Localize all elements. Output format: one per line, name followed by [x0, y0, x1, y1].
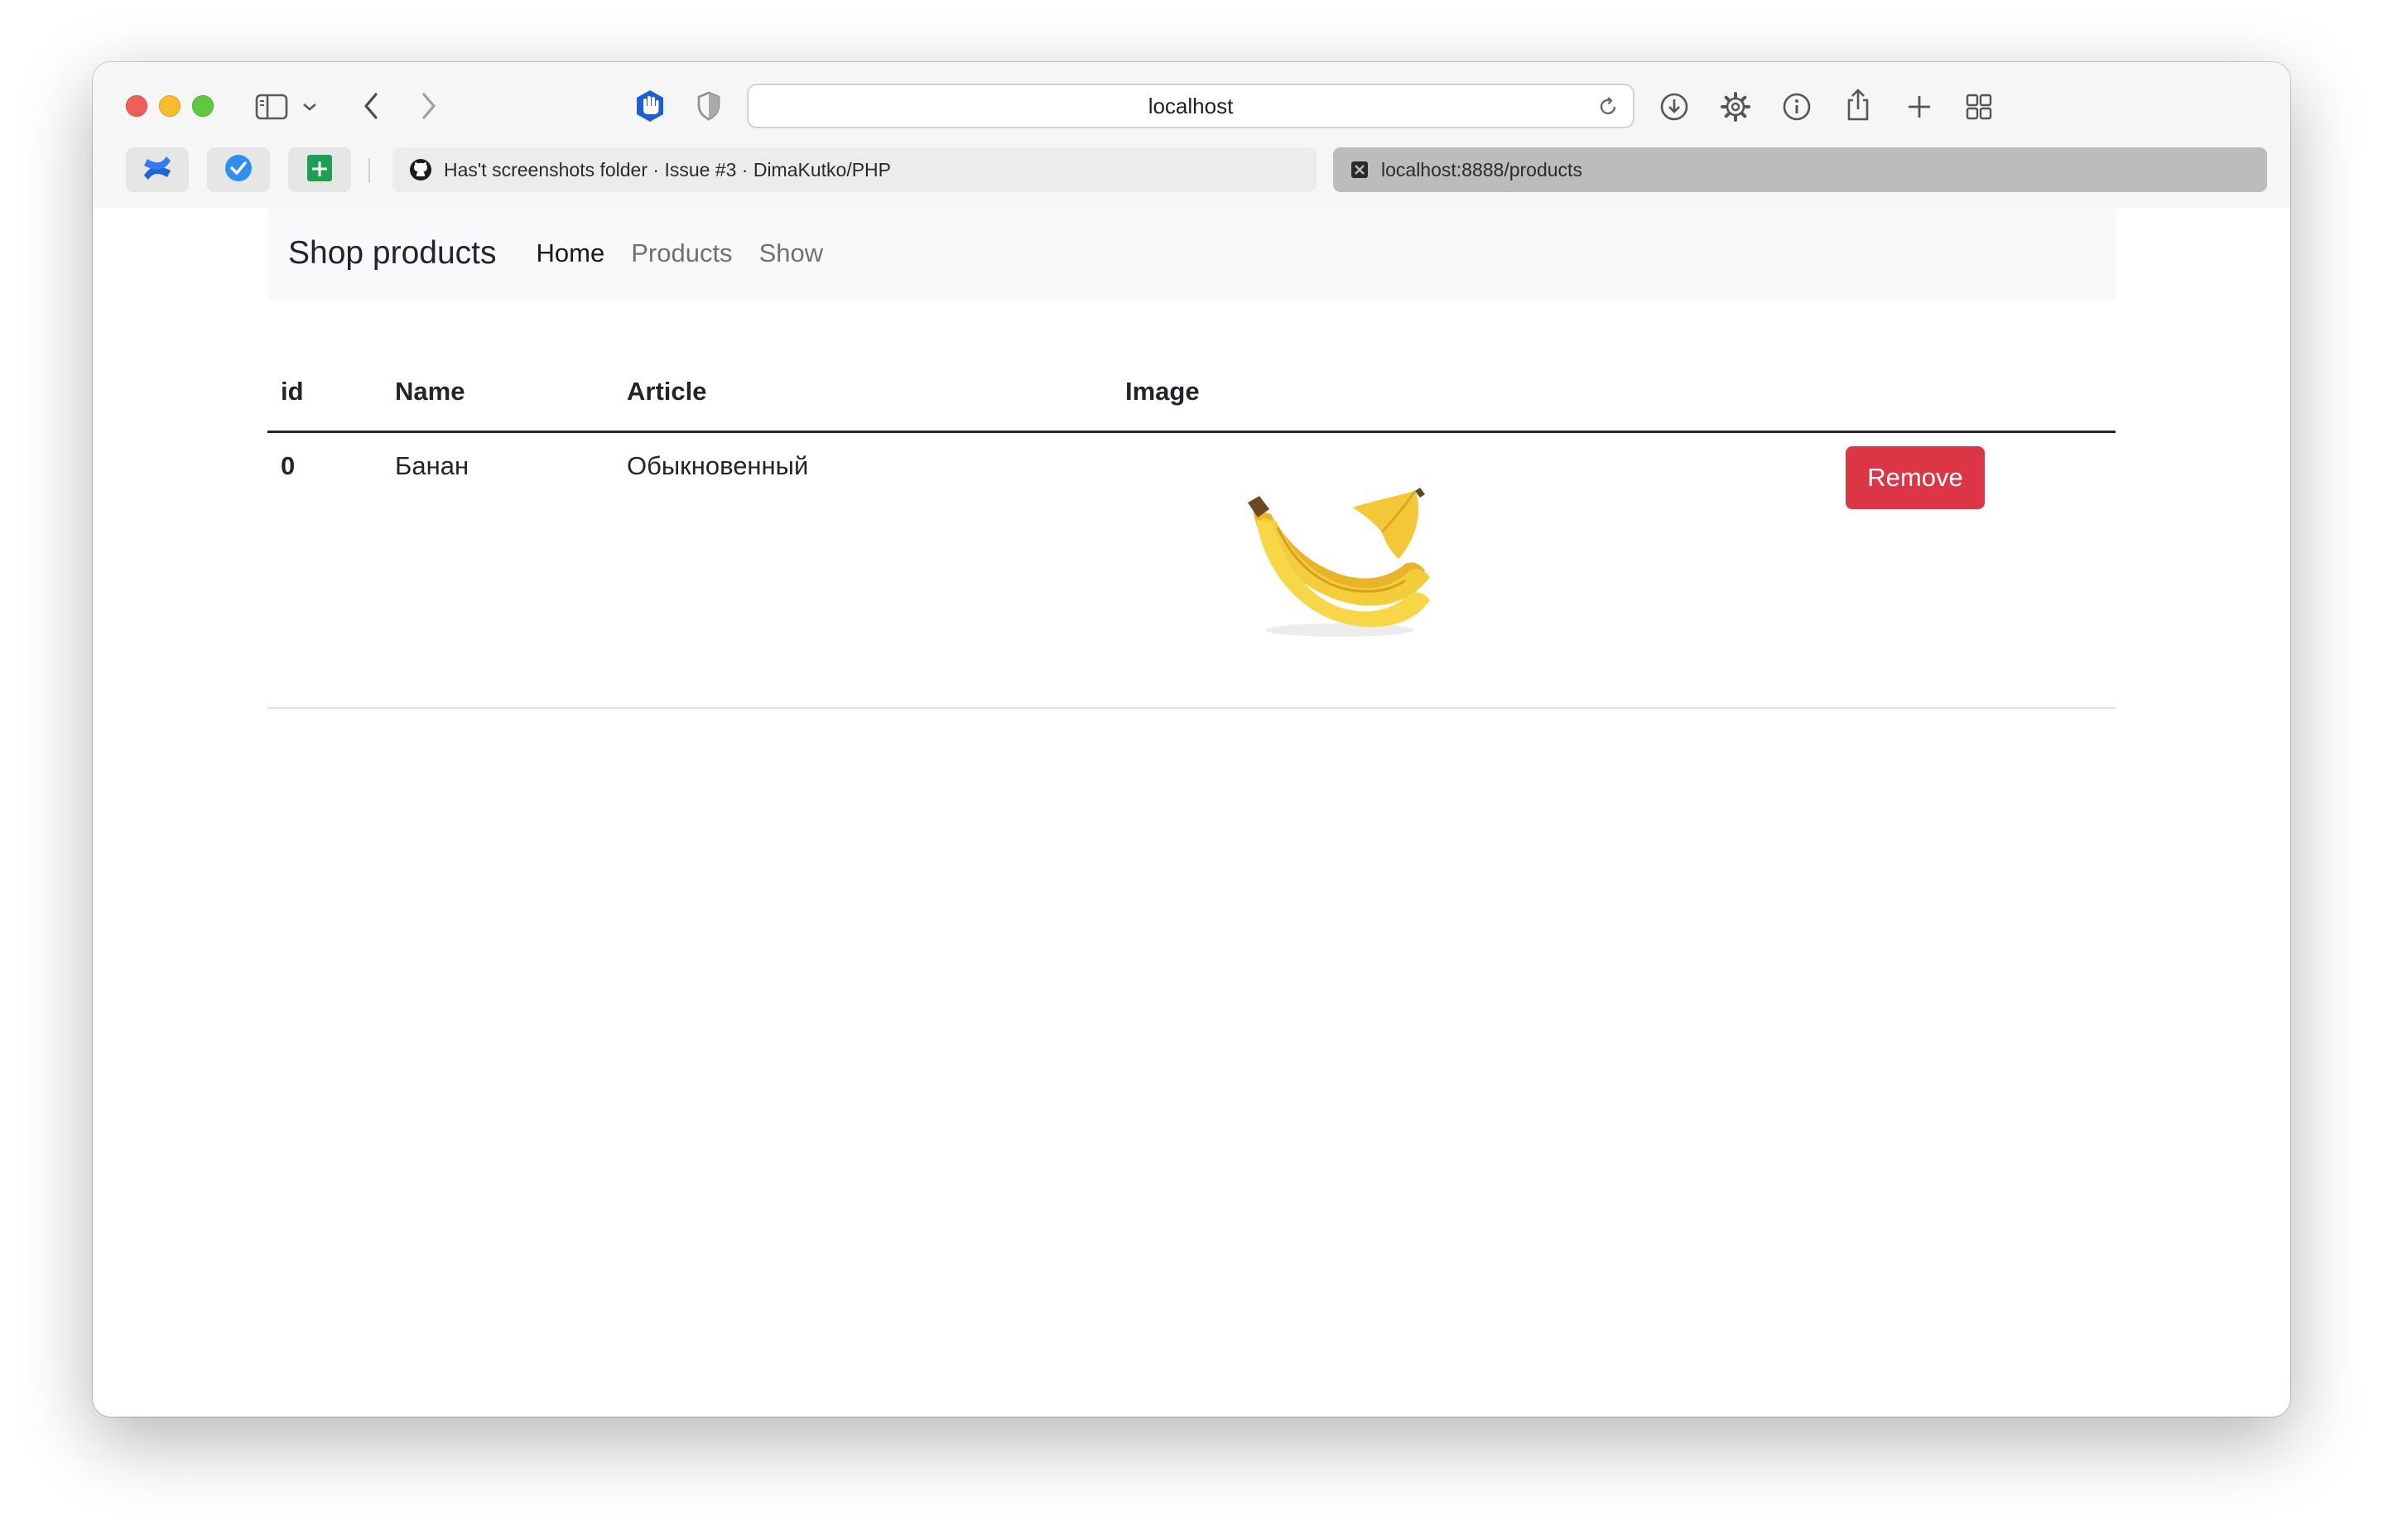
info-icon[interactable] — [1779, 89, 1815, 125]
gear-icon[interactable] — [1717, 89, 1754, 125]
tab-title: localhost:8888/products — [1381, 158, 1582, 180]
tasks-check-icon — [224, 153, 253, 187]
screen-background: localhost Has't screenshots folder · Iss… — [0, 0, 2383, 1540]
banana-image — [1228, 484, 1443, 642]
share-icon[interactable] — [1840, 85, 1876, 125]
table-row: 0 Банан Обыкновенный Remove — [267, 433, 2116, 709]
products-table: id Name Article Image 0 Банан Обыкновенн… — [267, 365, 2116, 709]
chevron-down-icon[interactable] — [300, 95, 320, 118]
remove-button[interactable]: Remove — [1846, 446, 1985, 509]
reload-icon[interactable] — [1596, 95, 1620, 123]
cell-name: Банан — [395, 451, 469, 480]
nav-link-products[interactable]: Products — [631, 238, 732, 268]
navbar: Shop products Home Products Show — [267, 208, 2116, 299]
nav-link-home[interactable]: Home — [537, 238, 605, 268]
download-icon[interactable] — [1656, 89, 1692, 125]
sidebar-icon[interactable] — [253, 90, 290, 123]
tab-github-issue[interactable]: Has't screenshots folder · Issue #3 · Di… — [392, 147, 1317, 192]
navbar-brand[interactable]: Shop products — [288, 235, 497, 272]
close-window-button[interactable] — [126, 95, 147, 117]
adblock-hand-icon[interactable] — [631, 87, 669, 125]
tab-separator — [368, 158, 370, 183]
favorite-confluence[interactable] — [126, 147, 189, 192]
close-icon[interactable] — [1350, 160, 1370, 180]
column-header-id: id — [281, 377, 304, 406]
favorite-tasks[interactable] — [207, 147, 270, 192]
browser-window: localhost Has't screenshots folder · Iss… — [93, 62, 2290, 1417]
tab-title: Has't screenshots folder · Issue #3 · Di… — [444, 158, 891, 180]
column-header-image: Image — [1125, 377, 1200, 406]
forward-icon[interactable] — [414, 87, 444, 125]
table-header: id Name Article Image — [267, 365, 2116, 433]
zoom-window-button[interactable] — [192, 95, 214, 117]
address-text: localhost — [1148, 93, 1234, 118]
new-tab-icon[interactable] — [1901, 89, 1938, 125]
confluence-icon — [142, 154, 173, 186]
back-icon[interactable] — [356, 87, 386, 125]
cell-id: 0 — [281, 451, 296, 480]
cell-article: Обыкновенный — [627, 451, 809, 480]
address-bar[interactable]: localhost — [747, 84, 1634, 128]
privacy-shield-icon[interactable] — [692, 89, 725, 123]
column-header-name: Name — [395, 377, 465, 406]
minimize-window-button[interactable] — [159, 95, 181, 117]
page-content: Shop products Home Products Show id Name… — [93, 208, 2290, 1417]
tab-overview-icon[interactable] — [1961, 89, 1997, 125]
nav-link-show[interactable]: Show — [759, 238, 824, 268]
sheets-icon — [306, 154, 333, 186]
favorite-sheets[interactable] — [288, 147, 351, 192]
browser-toolbar: localhost Has't screenshots folder · Iss… — [93, 62, 2290, 208]
tab-localhost-products[interactable]: localhost:8888/products — [1333, 147, 2267, 192]
github-icon — [409, 158, 432, 181]
column-header-article: Article — [627, 377, 707, 406]
